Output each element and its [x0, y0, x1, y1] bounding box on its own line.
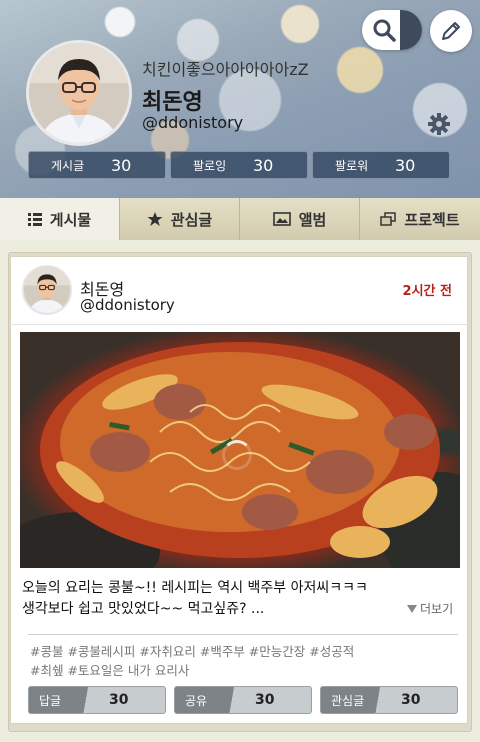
triangle-down-icon: [407, 604, 417, 613]
post-text-line: 오늘의 요리는 콩불~!! 레시피는 역시 백주부 아저씨ㅋㅋㅋ: [22, 580, 368, 596]
pencil-icon: [442, 22, 460, 40]
stat-value: 30: [395, 155, 416, 175]
more-button[interactable]: 더보기: [407, 600, 453, 617]
loading-spinner: [222, 440, 252, 470]
favorite-button[interactable]: 관심글 30: [320, 686, 458, 714]
divider: [28, 634, 458, 635]
post-actions: 답글 30 공유 30 관심글 30: [28, 686, 458, 714]
profile-handle: @ddonistory: [142, 113, 244, 132]
action-count: 30: [255, 692, 275, 708]
stat-posts[interactable]: 게시글 30: [28, 151, 166, 179]
status-message: 치킨이좋으아아아아아zZ: [142, 60, 309, 79]
profile-avatar[interactable]: [26, 40, 132, 146]
share-button[interactable]: 공유 30: [174, 686, 312, 714]
action-label: 공유: [185, 693, 208, 708]
divider: [10, 324, 468, 325]
tags-line: #최쉪 #토요일은 내가 요리사: [30, 663, 190, 678]
post-text-line: 생각보다 쉽고 맛있었다~~ 먹고싶쥬? ...: [22, 601, 265, 617]
tab-label: 게시물: [49, 210, 92, 229]
stat-following[interactable]: 팔로잉 30: [170, 151, 308, 179]
post-author-handle[interactable]: @ddonistory: [80, 296, 175, 314]
tab-label: 관심글: [170, 210, 213, 229]
image-icon: [272, 212, 291, 226]
action-count: 30: [109, 692, 129, 708]
reply-button[interactable]: 답글 30: [28, 686, 166, 714]
edit-button[interactable]: [430, 10, 472, 52]
stat-label: 게시글: [51, 158, 85, 173]
tab-favorites[interactable]: 관심글: [120, 198, 240, 240]
settings-button[interactable]: [427, 112, 451, 140]
gear-icon: [428, 113, 450, 135]
tab-label: 앨범: [298, 210, 327, 229]
tab-label: 프로젝트: [404, 210, 460, 229]
more-label: 더보기: [420, 602, 454, 616]
post-body: 오늘의 요리는 콩불~!! 레시피는 역시 백주부 아저씨ㅋㅋㅋ 생각보다 쉽고…: [22, 578, 422, 620]
tab-album[interactable]: 앨범: [240, 198, 360, 240]
tags-line: #콩불 #콩불레시피 #자취요리 #백주부 #만능간장 #성공적: [30, 644, 355, 659]
action-label: 관심글: [331, 693, 365, 708]
profile-header: 치킨이좋으아아아아아zZ 최돈영 @ddonistory 게시글 30 팔로잉: [0, 0, 480, 198]
tab-projects[interactable]: 프로젝트: [360, 198, 480, 240]
star-icon: [147, 212, 163, 226]
profile-name: 최돈영: [142, 90, 203, 115]
stat-followers[interactable]: 팔로워 30: [312, 151, 450, 179]
project-icon: [380, 212, 397, 226]
stat-value: 30: [111, 155, 132, 175]
tab-posts[interactable]: 게시물: [0, 198, 120, 240]
stat-label: 팔로워: [335, 158, 369, 173]
action-label: 답글: [39, 693, 62, 708]
list-icon: [27, 213, 42, 226]
post-tags[interactable]: #콩불 #콩불레시피 #자취요리 #백주부 #만능간장 #성공적 #최쉪 #토요…: [30, 642, 450, 680]
stat-value: 30: [253, 155, 274, 175]
profile-stats: 게시글 30 팔로잉 30 팔로워 30: [28, 151, 450, 179]
post-author-avatar[interactable]: [22, 265, 72, 315]
action-count: 30: [401, 692, 421, 708]
toggle-knob: [400, 10, 422, 50]
stat-label: 팔로잉: [193, 158, 227, 173]
search-toggle[interactable]: [362, 10, 422, 50]
post-timestamp: 2시간 전: [402, 284, 452, 299]
search-icon: [373, 19, 396, 42]
tab-bar: 게시물 관심글 앨범 프로젝트: [0, 198, 480, 240]
